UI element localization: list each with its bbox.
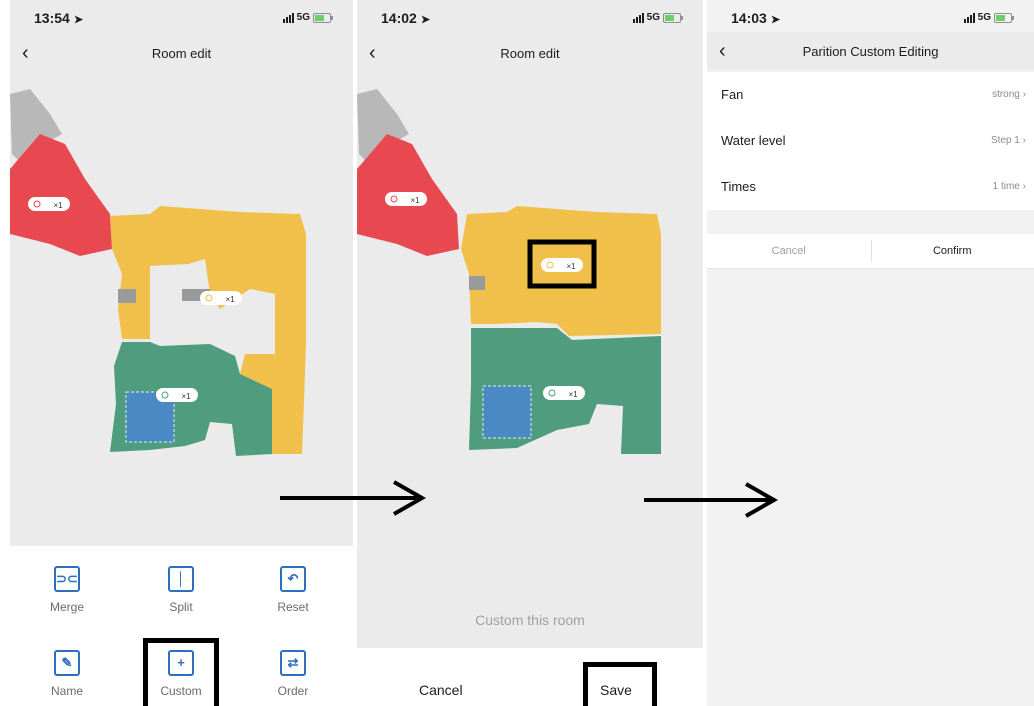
bottom-action-bar: Cancel Save	[357, 648, 703, 706]
svg-text:×1: ×1	[53, 201, 63, 210]
network-type: 5G	[646, 12, 660, 23]
svg-text:×1: ×1	[566, 262, 576, 271]
page-title: Parition Custom Editing	[802, 44, 939, 59]
chevron-right-icon: ›	[1022, 89, 1026, 100]
confirm-button[interactable]: Confirm	[871, 234, 1034, 268]
page-title: Room edit	[500, 46, 560, 61]
split-label: Split	[169, 600, 193, 614]
room-badge-red: ×1	[385, 192, 427, 206]
settings-list: Fan strong › Water level Step 1 › Times …	[707, 72, 1034, 210]
save-highlight-box	[583, 662, 657, 706]
reset-button[interactable]: ↶ Reset	[248, 566, 338, 614]
nav-bar: ‹ Room edit	[357, 36, 703, 72]
partition-custom-editing-screen: 14:03 ➤ 5G ‹ Parition Custom Editing Fan …	[707, 0, 1034, 706]
times-label: Times	[721, 179, 756, 194]
signal-bars-icon	[632, 12, 644, 23]
split-icon: │	[168, 566, 194, 592]
svg-text:×1: ×1	[410, 196, 420, 205]
cancel-button[interactable]: Cancel	[707, 234, 871, 268]
room-badge-green: ×1	[156, 388, 198, 402]
room-badge-yellow: ×1	[200, 291, 242, 305]
signal-indicator: 5G	[282, 12, 333, 23]
reset-icon: ↶	[280, 566, 306, 592]
name-button[interactable]: ✎ Name	[22, 650, 112, 698]
status-time: 14:03 ➤	[731, 10, 781, 26]
merge-icon: ⊃⊂	[54, 566, 80, 592]
status-time: 14:02 ➤	[381, 10, 431, 26]
nav-bar: ‹ Parition Custom Editing	[707, 32, 1034, 70]
order-label: Order	[277, 684, 309, 698]
merge-label: Merge	[49, 600, 84, 614]
location-arrow-icon: ➤	[73, 14, 84, 26]
status-bar: 14:02 ➤ 5G	[357, 0, 703, 40]
svg-text:×1: ×1	[225, 295, 235, 304]
split-button[interactable]: │ Split	[136, 566, 226, 614]
nav-bar: ‹ Room edit	[10, 36, 353, 72]
svg-text:×1: ×1	[181, 392, 191, 401]
network-type: 5G	[977, 12, 991, 23]
fan-label: Fan	[721, 87, 744, 102]
status-bar: 13:54 ➤ 5G	[10, 0, 353, 40]
battery-icon	[313, 12, 333, 23]
room-badge-green: ×1	[543, 386, 585, 400]
dialog-buttons: Cancel Confirm	[707, 234, 1034, 269]
fan-value: strong ›	[992, 89, 1026, 100]
times-row[interactable]: Times 1 time ›	[707, 164, 1034, 210]
flow-arrow-2	[644, 482, 779, 518]
name-edit-icon: ✎	[54, 650, 80, 676]
svg-text:×1: ×1	[568, 390, 578, 399]
cancel-button[interactable]: Cancel	[419, 682, 463, 698]
signal-bars-icon	[282, 12, 294, 23]
times-value: 1 time ›	[992, 181, 1026, 192]
custom-highlight-box	[143, 638, 219, 706]
order-icon: ⇄	[280, 650, 306, 676]
signal-indicator: 5G	[963, 12, 1014, 23]
location-arrow-icon: ➤	[420, 14, 431, 26]
room-tools-panel: ⊃⊂ Merge │ Split ↶ Reset ✎ Name + Custom…	[10, 546, 353, 706]
signal-indicator: 5G	[632, 12, 683, 23]
battery-icon	[663, 12, 683, 23]
signal-bars-icon	[963, 12, 975, 23]
room-badge-red: ×1	[28, 197, 70, 211]
water-level-label: Water level	[721, 133, 786, 148]
chevron-right-icon: ›	[1022, 135, 1026, 146]
order-button[interactable]: ⇄ Order	[248, 650, 338, 698]
room-selection[interactable]	[482, 385, 532, 439]
room-edit-screen-1: 13:54 ➤ 5G ‹ Room edit ×1 ×1 ×1 ⊃⊂ Merge…	[10, 0, 353, 706]
battery-icon	[994, 12, 1014, 23]
room-red[interactable]	[10, 134, 112, 256]
water-level-row[interactable]: Water level Step 1 ›	[707, 118, 1034, 164]
merge-button[interactable]: ⊃⊂ Merge	[22, 566, 112, 614]
room-edit-screen-2: 14:02 ➤ 5G ‹ Room edit ×1 ×1 ×1 Custom t…	[357, 0, 703, 706]
water-level-value: Step 1 ›	[990, 135, 1026, 146]
chevron-right-icon: ›	[1022, 181, 1026, 192]
custom-room-hint: Custom this room	[475, 612, 585, 628]
location-arrow-icon: ➤	[770, 14, 781, 26]
page-title: Room edit	[151, 46, 212, 61]
reset-label: Reset	[277, 600, 309, 614]
network-type: 5G	[296, 12, 310, 23]
flow-arrow-1	[280, 480, 427, 516]
room-badge-yellow: ×1	[541, 258, 583, 272]
fan-row[interactable]: Fan strong ›	[707, 72, 1034, 118]
room-map[interactable]: ×1 ×1 ×1	[10, 84, 353, 484]
name-label: Name	[50, 684, 83, 698]
room-map[interactable]: ×1 ×1 ×1	[357, 84, 700, 484]
status-time: 13:54 ➤	[34, 10, 84, 26]
